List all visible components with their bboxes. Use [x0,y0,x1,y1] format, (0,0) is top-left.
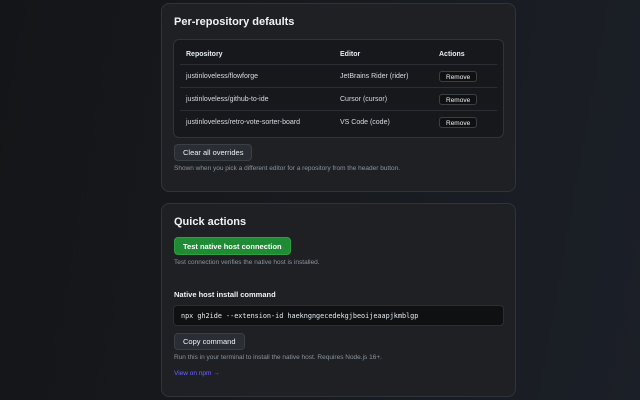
remove-button[interactable]: Remove [439,93,478,105]
view-on-npm-link[interactable]: View on npm → [174,370,220,377]
table-header-row: Repository Editor Actions [180,45,497,65]
repository-cell: justinloveless/github-to-ide [186,95,269,103]
editor-cell: Cursor (cursor) [340,95,388,103]
editor-cell: JetBrains Rider (rider) [340,72,409,80]
repository-defaults-table: Repository Editor Actions justinloveless… [173,39,504,138]
copy-command-hint: Run this in your terminal to install the… [174,354,382,361]
per-repository-defaults-card: Per-repository defaults Repository Edito… [161,3,516,192]
install-command-title: Native host install command [174,290,276,299]
quick-actions-card: Quick actions Test native host connectio… [161,203,516,397]
repository-cell: justinloveless/retro-vote-sorter-board [186,119,300,126]
repository-cell: justinloveless/flowforge [186,72,258,80]
test-connection-hint: Test connection verifies the native host… [174,259,320,266]
clear-all-overrides-button[interactable]: Clear all overrides [174,144,253,161]
actions-cell: Remove [439,111,478,134]
defaults-hint: Shown when you pick a different editor f… [174,165,401,172]
editor-cell: VS Code (code) [340,119,390,126]
table-row: justinloveless/retro-vote-sorter-board V… [180,111,497,134]
table-body: Repository Editor Actions justinloveless… [180,45,497,134]
remove-button[interactable]: Remove [439,117,478,128]
table-row: justinloveless/github-to-ide Cursor (cur… [180,88,497,111]
defaults-section-title: Per-repository defaults [174,16,295,28]
install-command-code: npx gh2ide --extension-id haekngngecedek… [173,305,504,326]
quick-actions-title: Quick actions [174,216,247,228]
table-row: justinloveless/flowforge JetBrains Rider… [180,65,497,88]
header-repository: Repository [186,51,223,58]
actions-cell: Remove [439,88,478,110]
header-editor: Editor [340,51,361,58]
test-native-host-button[interactable]: Test native host connection [174,237,291,255]
copy-command-button[interactable]: Copy command [174,333,245,350]
remove-button[interactable]: Remove [439,70,478,82]
actions-cell: Remove [439,65,478,87]
header-actions: Actions [439,51,465,58]
